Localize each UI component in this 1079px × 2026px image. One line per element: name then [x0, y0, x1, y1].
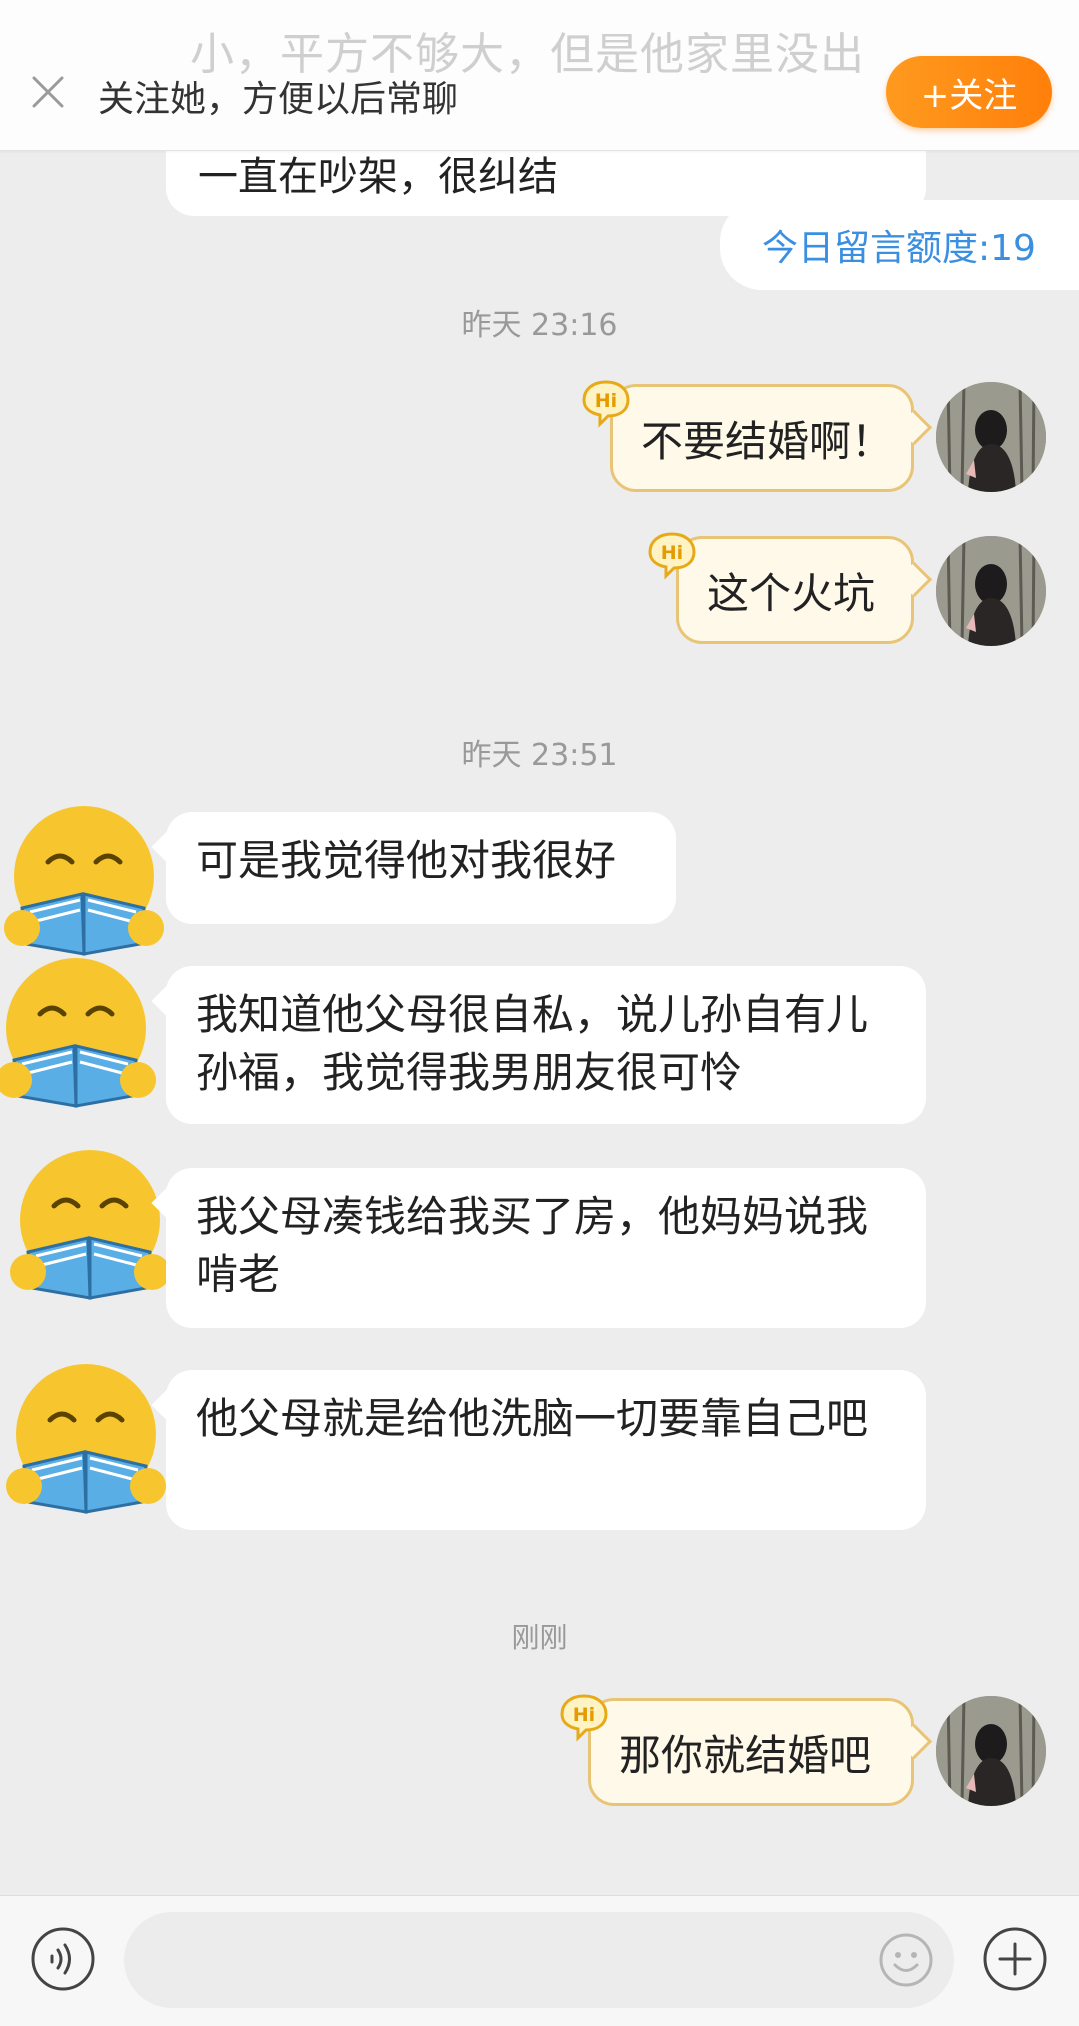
follow-prompt: 关注她，方便以后常聊 — [98, 79, 459, 120]
avatar[interactable] — [936, 382, 1046, 492]
follow-banner: 小，平方不够大，但是他家里没出 关注她，方便以后常聊 +关注 — [0, 0, 1079, 151]
svg-text:Hi: Hi — [573, 1704, 595, 1726]
received-bubble[interactable]: 我知道他父母很自私，说儿孙自有儿孙福，我觉得我男朋友很可怜 — [151, 966, 926, 1124]
message-text: 他父母就是给他洗脑一切要靠自己吧 — [196, 1394, 869, 1443]
emoji-reading-avatar[interactable] — [10, 1148, 170, 1308]
sent-bubble[interactable]: 不要结婚啊！ — [610, 384, 933, 492]
close-icon[interactable] — [28, 72, 68, 112]
input-bar — [0, 1895, 1079, 2026]
hi-badge-icon: Hi — [580, 378, 632, 428]
avatar[interactable] — [936, 536, 1046, 646]
hi-badge-icon: Hi — [646, 530, 698, 580]
svg-text:Hi: Hi — [595, 390, 617, 412]
message-text: 可是我觉得他对我很好 — [196, 836, 617, 885]
emoji-reading-avatar[interactable] — [4, 804, 164, 964]
svg-text:Hi: Hi — [661, 542, 683, 564]
message-text: 这个火坑 — [707, 568, 876, 618]
emoji-icon[interactable] — [878, 1932, 934, 1988]
received-bubble[interactable]: 我父母凑钱给我买了房，他妈妈说我啃老 — [151, 1168, 926, 1328]
received-bubble[interactable]: 可是我觉得他对我很好 — [151, 812, 676, 924]
timestamp: 昨天 23:51 — [461, 738, 618, 773]
sent-bubble[interactable]: 那你就结婚吧 — [588, 1698, 933, 1806]
emoji-reading-avatar[interactable] — [0, 956, 156, 1116]
message-input[interactable] — [124, 1912, 954, 2008]
timestamp: 刚刚 — [511, 1621, 568, 1654]
plus-icon[interactable] — [982, 1926, 1048, 1992]
message-text: 不要结婚啊！ — [641, 416, 894, 466]
avatar[interactable] — [936, 1696, 1046, 1806]
voice-icon[interactable] — [30, 1926, 96, 1992]
follow-button[interactable]: +关注 — [886, 56, 1052, 128]
message-text: 那你就结婚吧 — [619, 1730, 872, 1780]
timestamp: 昨天 23:16 — [461, 308, 618, 343]
emoji-reading-avatar[interactable] — [6, 1362, 166, 1522]
hi-badge-icon: Hi — [558, 1692, 610, 1742]
message-text: 一直在吵架，很纠结 — [198, 154, 558, 200]
received-bubble[interactable]: 他父母就是给他洗脑一切要靠自己吧 — [151, 1370, 926, 1530]
message-text: 我父母凑钱给我买了房，他妈妈说我啃老 — [196, 1192, 869, 1299]
message-text: 我知道他父母很自私，说儿孙自有儿孙福，我觉得我男朋友很可怜 — [196, 990, 869, 1097]
sent-bubble[interactable]: 这个火坑 — [676, 536, 933, 644]
